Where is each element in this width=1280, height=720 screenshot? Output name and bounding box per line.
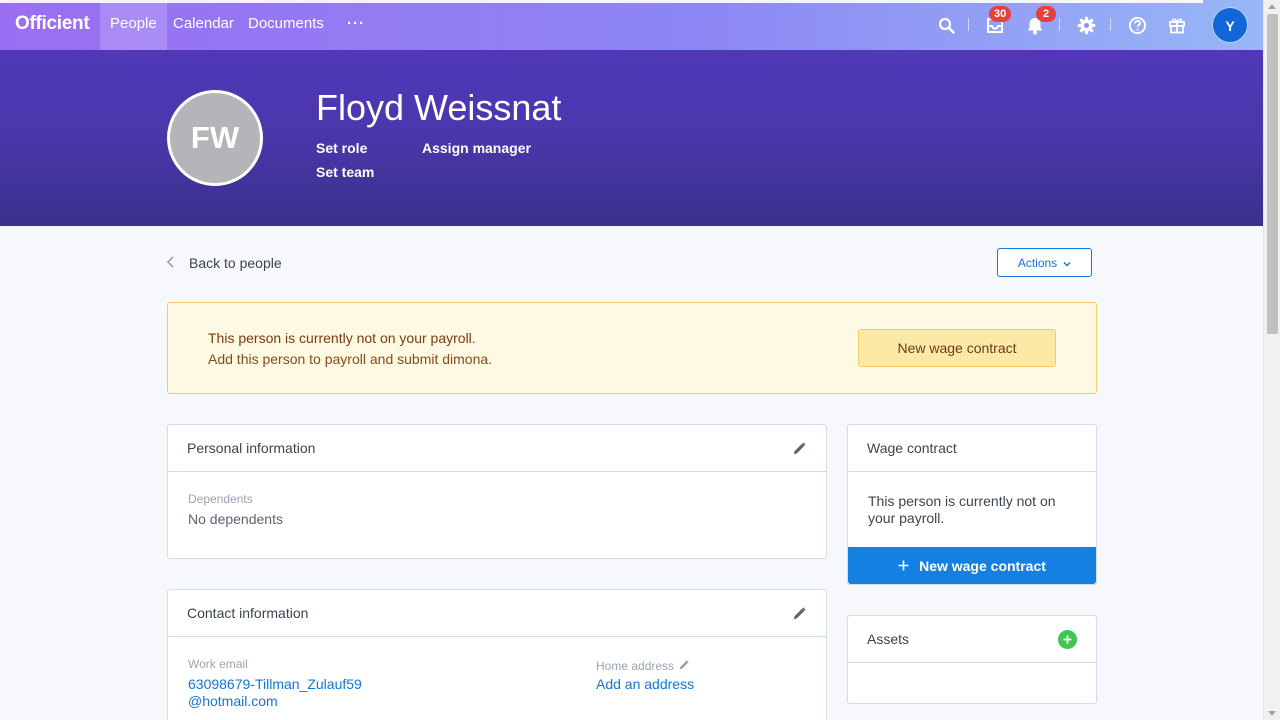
chevron-left-icon [166, 255, 182, 272]
nav-more-button[interactable]: ··· [337, 0, 375, 50]
wage-contract-text: This person is currently not on your pay… [868, 493, 1056, 527]
card-title: Contact information [187, 605, 309, 621]
notifications-badge: 2 [1036, 6, 1056, 22]
edit-pencil-icon[interactable] [791, 605, 807, 621]
dependents-value: No dependents [188, 511, 283, 527]
contact-information-card: Contact information Work email 63098679-… [167, 589, 827, 720]
wage-text-line1: This person is currently not on [868, 493, 1056, 509]
nav-calendar[interactable]: Calendar [163, 0, 244, 50]
work-email-label: Work email [188, 657, 248, 671]
card-header: Personal information [168, 425, 826, 472]
new-wage-contract-button[interactable]: New wage contract [848, 547, 1096, 584]
nav-separator [968, 18, 969, 31]
scroll-up-arrow-icon[interactable] [1268, 4, 1276, 9]
dependents-label: Dependents [188, 492, 253, 506]
card-title: Assets [867, 631, 910, 647]
nav-separator [1110, 18, 1111, 31]
back-label: Back to people [189, 255, 282, 271]
plus-icon [898, 558, 909, 574]
set-role-link[interactable]: Set role [316, 140, 367, 156]
assets-card: Assets [847, 615, 1097, 704]
assign-manager-link[interactable]: Assign manager [422, 140, 531, 156]
nav-documents[interactable]: Documents [238, 0, 334, 50]
search-icon[interactable] [934, 13, 958, 37]
card-header: Wage contract [848, 425, 1096, 472]
wage-text-line2: your payroll. [868, 510, 945, 526]
bell-icon[interactable]: 2 [1023, 6, 1056, 37]
home-address-label: Home address [596, 659, 675, 673]
add-address-link[interactable]: Add an address [596, 676, 694, 692]
inbox-icon[interactable]: 30 [983, 6, 1012, 37]
chevron-down-icon [1063, 256, 1071, 270]
nav-separator [1059, 18, 1060, 31]
scrollbar-thumb[interactable] [1267, 14, 1278, 334]
set-team-link[interactable]: Set team [316, 164, 374, 180]
edit-pencil-icon[interactable] [791, 440, 807, 456]
scroll-down-arrow-icon[interactable] [1268, 711, 1276, 716]
card-title: Wage contract [867, 440, 957, 456]
gift-icon[interactable] [1165, 13, 1189, 37]
work-email-line2[interactable]: @hotmail.com [188, 693, 278, 709]
banner-subtitle: Add this person to payroll and submit di… [208, 351, 493, 367]
card-header: Contact information [168, 590, 826, 637]
brand-logo[interactable]: Officient [15, 13, 90, 35]
work-email-line1[interactable]: 63098679-Tillman_Zulauf59 [188, 676, 362, 692]
nav-people[interactable]: People [100, 0, 167, 50]
gear-icon[interactable] [1074, 13, 1098, 37]
user-avatar[interactable]: Y [1212, 7, 1248, 43]
page-scrollbar[interactable] [1263, 0, 1280, 720]
profile-avatar[interactable]: FW [167, 90, 263, 186]
banner-new-wage-contract-button[interactable]: New wage contract [858, 329, 1056, 367]
top-navbar: Officient People Calendar Documents ··· … [0, 0, 1263, 50]
banner-title: This person is currently not on your pay… [208, 330, 476, 346]
personal-information-card: Personal information Dependents No depen… [167, 424, 827, 559]
home-address-header: Home address [596, 657, 690, 675]
profile-header: FW Floyd Weissnat Set role Assign manage… [0, 50, 1263, 226]
inbox-badge: 30 [989, 6, 1012, 22]
profile-name: Floyd Weissnat [316, 87, 562, 128]
card-title: Personal information [187, 440, 316, 456]
edit-pencil-icon[interactable] [679, 657, 690, 675]
actions-label: Actions [1017, 255, 1058, 270]
help-icon[interactable] [1125, 13, 1149, 37]
wage-contract-card: Wage contract This person is currently n… [847, 424, 1097, 585]
new-wage-contract-label: New wage contract [919, 557, 1046, 574]
actions-button[interactable]: Actions [997, 248, 1092, 277]
add-asset-icon[interactable] [1058, 629, 1077, 649]
payroll-warning-banner: This person is currently not on your pay… [167, 302, 1097, 394]
card-header: Assets [848, 616, 1096, 663]
back-to-people-link[interactable]: Back to people [166, 254, 282, 272]
